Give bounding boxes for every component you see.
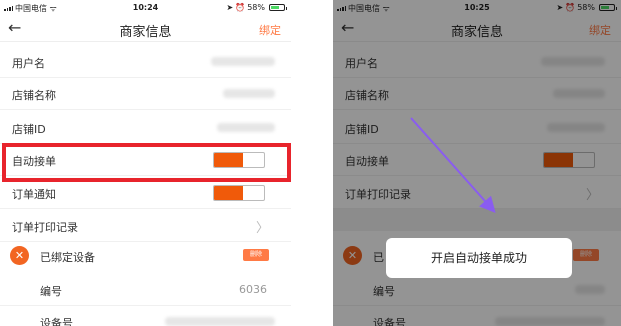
row-label: 订单通知 (12, 188, 56, 201)
page-title: 商家信息 (119, 25, 172, 40)
toast-message: 开启自动接单成功 (386, 238, 572, 278)
device-section-header: ✕ 已绑定设备 删除 (0, 243, 291, 269)
row-label: 用户名 (12, 57, 45, 70)
row-label: 店铺名称 (12, 89, 56, 102)
delete-button[interactable]: 删除 (243, 249, 269, 261)
tools-icon: ✕ (10, 246, 29, 265)
alarm-icon: ⏰ (235, 3, 246, 12)
location-icon: ➤ (226, 3, 234, 12)
chevron-right-icon: 〉 (255, 221, 269, 236)
status-bar: 中国电信 ᯤ 10:24 ➤ ⏰ 58% (0, 0, 291, 16)
battery-icon (269, 4, 287, 11)
redacted-value (223, 89, 275, 98)
redacted-value (211, 57, 275, 66)
right-screen: 中国电信 ᯤ 10:25 ➤ ⏰ 58% ← 商家信息 绑定 用户名 店铺名称 … (333, 0, 621, 326)
row-device-id: 设备号 (0, 306, 291, 326)
bind-button[interactable]: 绑定 (259, 22, 281, 38)
nav-bar: ← 商家信息 绑定 (0, 16, 291, 42)
redacted-value (217, 123, 275, 132)
row-label: 设备号 (40, 317, 73, 326)
device-label: 已绑定设备 (40, 251, 95, 264)
row-label: 编号 (40, 285, 62, 298)
row-store-name: 店铺名称 (0, 78, 291, 110)
status-right: ➤ ⏰ 58% (226, 3, 287, 12)
highlight-box (2, 143, 291, 182)
row-label: 店铺ID (12, 123, 46, 136)
device-number-value: 6036 (239, 283, 267, 296)
row-store-id: 店铺ID (0, 112, 291, 144)
row-print-records[interactable]: 订单打印记录 〉 (0, 210, 291, 242)
redacted-value (165, 317, 275, 326)
order-notify-toggle[interactable] (213, 185, 265, 201)
row-device-number: 编号 6036 (0, 274, 291, 306)
left-screen: 中国电信 ᯤ 10:24 ➤ ⏰ 58% ← 商家信息 绑定 用户名 店铺名称 … (0, 0, 291, 326)
row-label: 订单打印记录 (12, 221, 78, 234)
row-username: 用户名 (0, 46, 291, 78)
battery-percent: 58% (247, 3, 265, 12)
